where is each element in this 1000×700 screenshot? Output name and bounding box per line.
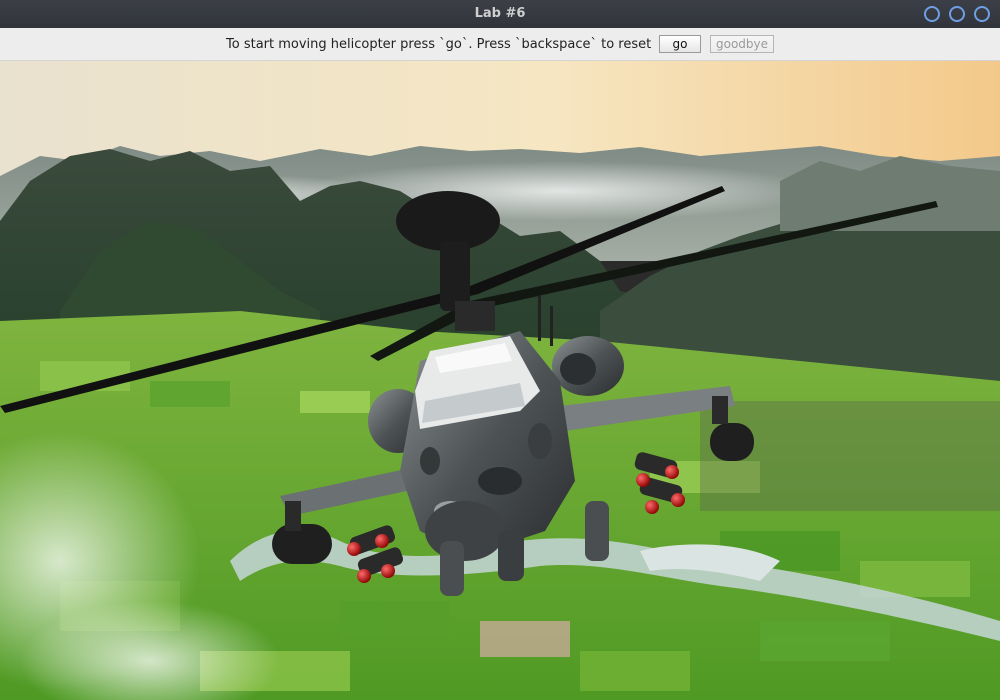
window-controls — [924, 6, 990, 22]
instructions-label: To start moving helicopter press `go`. P… — [226, 37, 652, 52]
title-bar[interactable]: Lab #6 — [0, 0, 1000, 28]
helicopter-scene — [0, 61, 1000, 700]
control-panel: To start moving helicopter press `go`. P… — [0, 28, 1000, 61]
maximize-button[interactable] — [949, 6, 965, 22]
render-canvas[interactable] — [0, 61, 1000, 700]
goodbye-button[interactable]: goodbye — [710, 35, 774, 53]
app-window: Lab #6 To start moving helicopter press … — [0, 0, 1000, 700]
window-title: Lab #6 — [474, 6, 526, 21]
close-button[interactable] — [974, 6, 990, 22]
minimize-button[interactable] — [924, 6, 940, 22]
go-button[interactable]: go — [659, 35, 701, 53]
